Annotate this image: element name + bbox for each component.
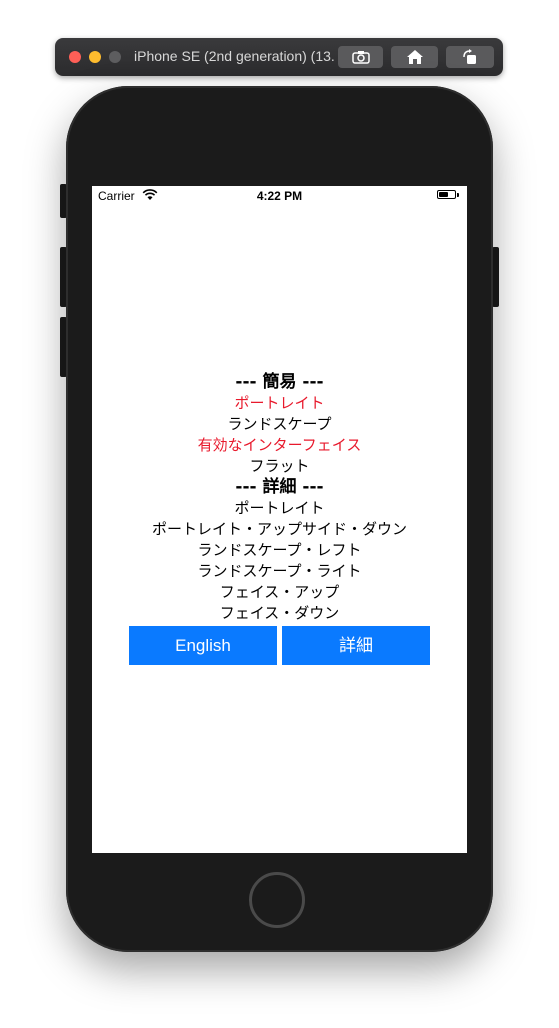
zoom-window-button[interactable] bbox=[109, 51, 121, 63]
simple-list-item: フラット bbox=[249, 457, 310, 475]
rotate-button[interactable] bbox=[446, 46, 494, 68]
english-button[interactable]: English bbox=[129, 626, 277, 665]
orientation-list: --- 簡易 --- ポートレイト ランドスケープ 有効なインターフェイス フラット … bbox=[92, 372, 467, 624]
rotate-icon bbox=[463, 49, 476, 64]
home-icon bbox=[406, 50, 423, 64]
simple-section-items: ポートレイト ランドスケープ有効なインターフェイス フラット bbox=[92, 393, 467, 477]
close-window-button[interactable] bbox=[69, 51, 81, 63]
detail-list-item: ポートレイト・アップサイド・ダウン bbox=[151, 520, 407, 538]
simulator-title: iPhone SE (2nd generation) (13... bbox=[134, 48, 334, 64]
detail-list-item: ランドスケープ・ライト bbox=[197, 562, 362, 580]
device-screen: Carrier 4:22 PM --- 簡易 --- ポートレイト ランドスケープ… bbox=[92, 186, 467, 853]
simple-section-header: --- 簡易 --- bbox=[235, 372, 324, 392]
home-toolbar-button[interactable] bbox=[391, 46, 438, 68]
power-button bbox=[492, 247, 499, 307]
detail-section-items: ポートレイトポートレイト・アップサイド・ダウン ランドスケープ・レフト ランドスケー… bbox=[92, 498, 467, 624]
status-time: 4:22 PM bbox=[256, 189, 303, 203]
simple-list-item: ポートレイト bbox=[234, 394, 325, 412]
device-home-button[interactable] bbox=[249, 872, 305, 928]
screenshot-button[interactable] bbox=[338, 46, 383, 68]
simple-list-item: 有効なインターフェイス bbox=[197, 436, 362, 454]
detail-list-item: フェイス・アップ bbox=[219, 583, 340, 601]
simulator-toolbar: iPhone SE (2nd generation) (13... bbox=[55, 38, 503, 76]
minimize-window-button[interactable] bbox=[89, 51, 101, 63]
status-bar: Carrier 4:22 PM bbox=[92, 186, 467, 206]
simple-list-item: ランドスケープ bbox=[227, 415, 332, 433]
button-row: English 詳細 bbox=[129, 626, 430, 665]
detail-section-header: --- 詳細 --- bbox=[235, 477, 324, 497]
battery-icon bbox=[437, 190, 456, 199]
battery-cap bbox=[457, 193, 459, 197]
detail-list-item: ポートレイト bbox=[234, 499, 325, 517]
detail-list-item: ランドスケープ・レフト bbox=[197, 541, 362, 559]
camera-icon bbox=[351, 51, 370, 64]
detail-button[interactable]: 詳細 bbox=[282, 626, 430, 665]
detail-list-item: フェイス・ダウン bbox=[219, 604, 340, 622]
